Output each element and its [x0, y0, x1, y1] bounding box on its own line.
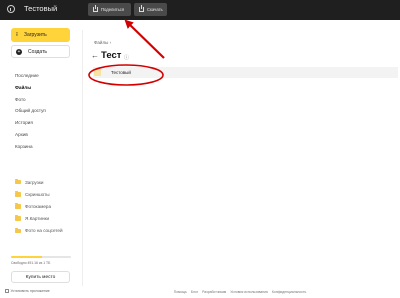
app-logo-icon[interactable]	[7, 5, 15, 13]
folder-label: Загрузки	[25, 179, 44, 185]
folder-icon	[15, 215, 21, 221]
create-button[interactable]: + Создать	[11, 45, 70, 58]
folder-label: Фотокамера	[25, 203, 52, 209]
sidebar: ⭱ Загрузить + Создать Последние Файлы Фо…	[0, 20, 80, 298]
sidebar-item-archive[interactable]: Архив	[15, 129, 46, 141]
footer-link-terms[interactable]: Условия использования	[230, 290, 268, 294]
sidebar-folders: Загрузки Скриншоты Фотокамера Я.Картинки…	[15, 176, 63, 237]
back-arrow-icon[interactable]: ←	[91, 51, 99, 60]
folder-icon	[15, 203, 21, 209]
phone-icon	[5, 289, 9, 293]
upload-button[interactable]: ⭱ Загрузить	[11, 28, 70, 42]
breadcrumb-files-link[interactable]: Файлы	[94, 40, 108, 45]
share-icon	[93, 5, 98, 12]
content-panel: Файлы › ← Тест ⓘ Тестовый	[82, 30, 400, 286]
sidebar-nav: Последние Файлы Фото Общий доступ Истори…	[15, 70, 46, 153]
sidebar-item-photos[interactable]: Фото	[15, 94, 46, 106]
page-title: Тест	[101, 50, 122, 61]
buy-space-button[interactable]: Купить место	[11, 271, 70, 283]
footer-link-blog[interactable]: Блог	[191, 290, 198, 294]
sidebar-item-history[interactable]: История	[15, 117, 46, 129]
install-app-link[interactable]: Установить приложение	[5, 289, 50, 293]
install-app-label: Установить приложение	[10, 289, 50, 293]
share-label: Поделиться	[101, 7, 125, 12]
storage-progress-bar	[11, 256, 71, 258]
footer-link-help[interactable]: Помощь	[174, 290, 187, 294]
document-title: Тестовый	[24, 4, 58, 13]
upload-label: Загрузить	[23, 32, 47, 38]
footer-link-developers[interactable]: Разработчикам	[202, 290, 226, 294]
plus-circle-icon: +	[16, 48, 22, 55]
file-name: Тестовый	[111, 70, 131, 75]
sidebar-folder-social-photos[interactable]: Фото на соцсетей	[15, 225, 63, 237]
share-button[interactable]: Поделиться	[88, 3, 131, 16]
folder-label: Скриншоты	[25, 191, 50, 197]
sidebar-item-recent[interactable]: Последние	[15, 70, 46, 82]
folder-icon	[15, 178, 21, 185]
download-icon	[139, 5, 144, 12]
file-row[interactable]: Тестовый	[93, 67, 398, 78]
folder-label: Я.Картинки	[25, 216, 50, 222]
sidebar-folder-downloads[interactable]: Загрузки	[15, 176, 63, 188]
create-label: Создать	[28, 48, 48, 55]
upload-arrow-icon: ⭱	[16, 31, 18, 38]
top-bar: Тестовый Поделиться Скачать	[0, 0, 400, 20]
footer-link-privacy[interactable]: Конфиденциальность	[272, 290, 306, 294]
info-icon[interactable]: ⓘ	[124, 54, 129, 61]
storage-text: Свободно 491.16 из 1 ТБ	[11, 261, 51, 265]
folder-icon	[15, 191, 21, 197]
download-label: Скачать	[147, 7, 163, 12]
sidebar-folder-yandex-images[interactable]: Я.Картинки	[15, 213, 63, 225]
folder-icon	[15, 227, 21, 234]
download-button[interactable]: Скачать	[134, 3, 167, 16]
folder-label: Фото на соцсетей	[25, 228, 63, 234]
sidebar-folder-camera[interactable]: Фотокамера	[15, 200, 63, 212]
breadcrumb-separator: ›	[109, 40, 112, 45]
storage-progress-fill	[11, 256, 43, 258]
sidebar-item-trash[interactable]: Корзина	[15, 141, 46, 153]
sidebar-folder-screenshots[interactable]: Скриншоты	[15, 188, 63, 200]
sidebar-item-shared[interactable]: Общий доступ	[15, 105, 46, 117]
sidebar-item-files[interactable]: Файлы	[15, 82, 46, 94]
file-thumbnail	[94, 69, 101, 76]
main-area: Файлы › ← Тест ⓘ Тестовый Помощь Блог Ра…	[80, 20, 400, 298]
footer-links: Помощь Блог Разработчикам Условия исполь…	[80, 290, 400, 294]
breadcrumb: Файлы ›	[94, 40, 111, 45]
